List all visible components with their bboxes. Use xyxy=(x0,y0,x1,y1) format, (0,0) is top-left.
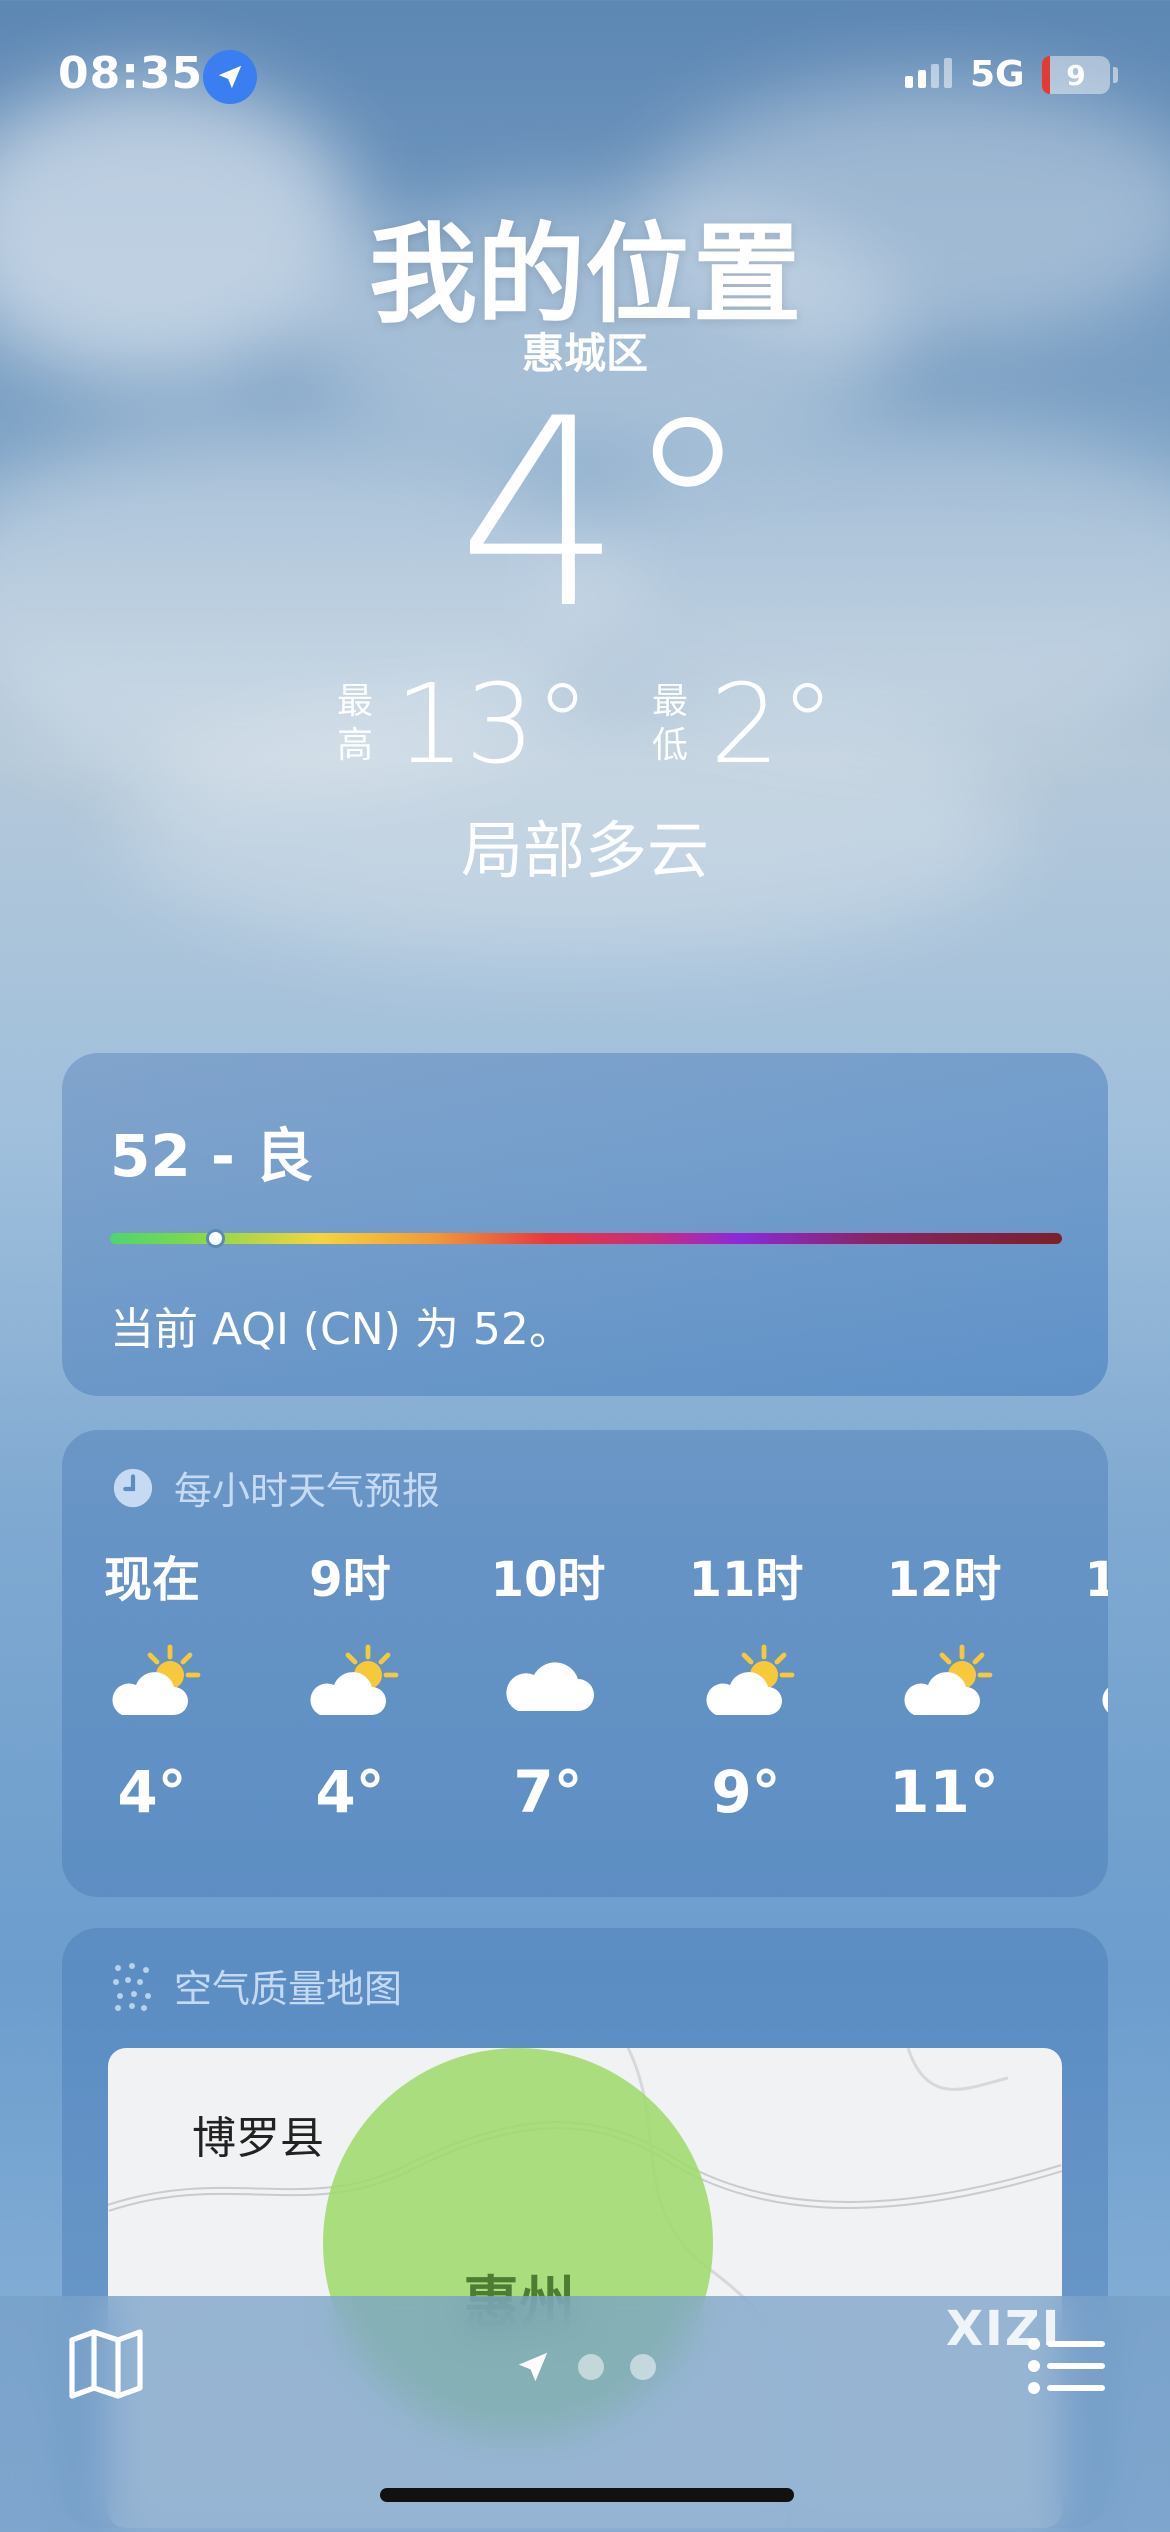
hour-label: 现在 xyxy=(103,1552,200,1608)
aqi-card[interactable]: 52 - 良 当前 AQI (CN) 为 52。 xyxy=(62,1053,1108,1396)
signal-icon xyxy=(905,58,952,88)
page-indicator[interactable] xyxy=(0,2348,1170,2386)
page-dot[interactable] xyxy=(578,2354,604,2380)
partly-sunny-icon xyxy=(874,1628,1014,1738)
battery-level: 9 xyxy=(1066,58,1086,92)
hour-item: 13时 1 xyxy=(1072,1540,1108,1826)
aqi-description: 当前 AQI (CN) 为 52。 xyxy=(110,1304,573,1355)
clock-icon xyxy=(113,1468,153,1507)
partly-sunny-icon xyxy=(676,1628,816,1738)
hour-temp: 4° xyxy=(117,1758,187,1826)
hour-label: 10时 xyxy=(490,1552,606,1608)
hour-label: 11时 xyxy=(688,1552,804,1608)
hour-label: 12时 xyxy=(886,1552,1002,1608)
hour-temp: 9° xyxy=(711,1758,781,1826)
bottom-toolbar: XIZI xyxy=(0,2296,1170,2532)
home-indicator[interactable] xyxy=(380,2488,794,2502)
hour-temp: 11° xyxy=(889,1758,999,1826)
current-temperature: 4° xyxy=(457,364,753,666)
hourly-list[interactable]: 现在 4° 9时 4° 10时 7° 11时 9° 12时 11° 13时 1 xyxy=(62,1540,1108,1870)
hourly-header: 每小时天气预报 xyxy=(110,1460,440,1515)
aq-map-header: 空气质量地图 xyxy=(110,1958,402,2013)
partly-sunny-icon xyxy=(82,1628,222,1738)
hour-item: 10时 7° xyxy=(478,1540,618,1826)
hour-temp: 1 xyxy=(1072,1758,1108,1826)
hour-item: 11时 9° xyxy=(676,1540,816,1826)
aqi-value: 52 - 良 xyxy=(110,1122,314,1190)
weather-condition: 局部多云 xyxy=(460,814,709,887)
aqi-scale-bar xyxy=(110,1229,1062,1248)
hour-item: 现在 4° xyxy=(82,1540,222,1826)
high-low-row: 最高 13° 最低 2° xyxy=(0,660,1170,788)
hour-label: 9时 xyxy=(309,1552,391,1608)
network-type: 5G xyxy=(970,54,1025,95)
high-label: 最高 xyxy=(336,681,373,766)
list-icon[interactable] xyxy=(1026,2334,1106,2402)
partly-sunny-icon xyxy=(1072,1628,1108,1738)
cloud-icon xyxy=(478,1628,618,1738)
hourly-forecast-card[interactable]: 每小时天气预报 现在 4° 9时 4° 10时 7° 11时 9° 12时 11° 13时 1 xyxy=(62,1430,1108,1897)
battery-cap xyxy=(1113,67,1118,83)
hour-item: 12时 11° xyxy=(874,1540,1014,1826)
location-page-icon[interactable] xyxy=(514,2348,552,2386)
map-label-boluo: 博罗县 xyxy=(192,2113,324,2164)
partly-sunny-icon xyxy=(280,1628,420,1738)
battery-icon: 9 xyxy=(1042,56,1110,94)
high-value: 13° xyxy=(395,660,590,788)
status-time: 08:35 xyxy=(58,48,204,99)
dots-grid-icon xyxy=(113,1962,151,2011)
page-dot[interactable] xyxy=(630,2354,656,2380)
location-arrow-icon xyxy=(203,50,257,104)
aqi-indicator-dot xyxy=(205,1229,225,1248)
hour-item: 9时 4° xyxy=(280,1540,420,1826)
hour-label: 13时 xyxy=(1084,1552,1108,1608)
aq-map-title: 空气质量地图 xyxy=(174,1967,403,2011)
hour-temp: 4° xyxy=(315,1758,385,1826)
status-bar: 08:35 5G 9 xyxy=(0,40,1170,110)
low-value: 2° xyxy=(709,660,835,788)
low-label: 最低 xyxy=(651,681,688,766)
hourly-title: 每小时天气预报 xyxy=(174,1469,441,1513)
hour-temp: 7° xyxy=(513,1758,583,1826)
